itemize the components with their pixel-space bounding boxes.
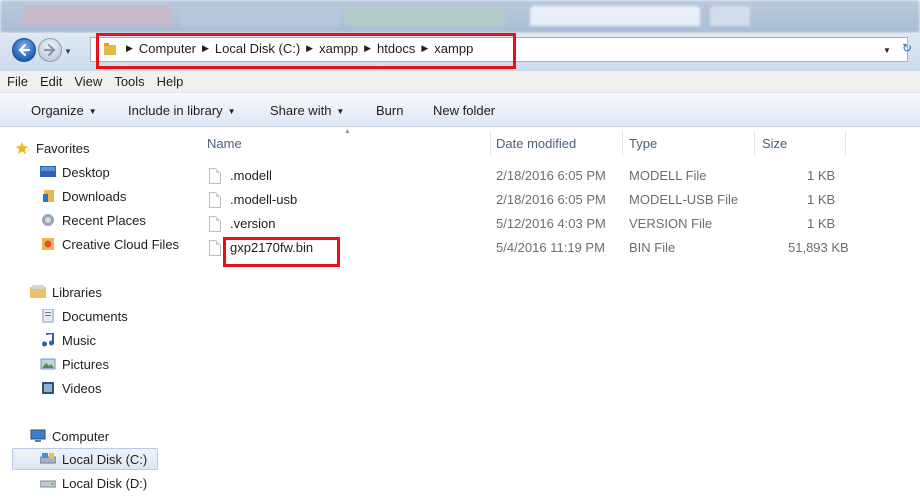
file-size: 1 KB [807, 168, 836, 183]
include-in-library-label: Include in library [128, 103, 223, 118]
file-type: MODELL-USB File [629, 192, 739, 207]
documents-icon [42, 309, 54, 323]
nav-computer-label: Computer [52, 428, 110, 444]
file-date: 2/18/2016 6:05 PM [496, 168, 606, 183]
back-button[interactable] [12, 38, 36, 62]
nav-videos[interactable]: Videos [40, 378, 102, 398]
nav-desktop-label: Desktop [62, 164, 110, 180]
nav-local-disk-d-label: Local Disk (D:) [62, 475, 148, 491]
drive-c-icon [40, 453, 56, 464]
column-header-date-modified[interactable]: Date modified [496, 136, 576, 151]
forward-button[interactable] [38, 38, 62, 62]
arrow-left-icon [18, 43, 31, 57]
file-icon [209, 216, 221, 232]
column-header-size[interactable]: Size [762, 136, 787, 151]
column-header-type[interactable]: Type [629, 136, 657, 151]
nav-pictures[interactable]: Pictures [40, 354, 109, 374]
nav-creative-cloud-files-label: Creative Cloud Files [62, 236, 180, 252]
nav-desktop[interactable]: Desktop [40, 162, 110, 182]
file-type: MODELL File [629, 168, 707, 183]
creative-cloud-icon [42, 238, 54, 250]
file-date: 5/12/2016 4:03 PM [496, 216, 606, 231]
file-icon [209, 192, 221, 208]
nav-music-label: Music [62, 332, 96, 348]
file-size: 51,893 KB [788, 240, 849, 255]
share-with-button[interactable]: Share with ▼ [270, 103, 344, 118]
pictures-icon [40, 358, 56, 370]
nav-favorites-label: Favorites [36, 140, 90, 156]
menu-edit[interactable]: Edit [34, 74, 68, 89]
nav-recent-places-label: Recent Places [62, 212, 146, 228]
filename-highlight-box [223, 237, 340, 267]
nav-favorites[interactable]: Favorites [14, 138, 89, 158]
downloads-icon [43, 190, 54, 202]
include-in-library-button[interactable]: Include in library ▼ [128, 103, 236, 118]
star-icon [15, 141, 29, 155]
address-dropdown-icon[interactable]: ▼ [883, 46, 891, 55]
file-date: 2/18/2016 6:05 PM [496, 192, 606, 207]
burn-label: Burn [376, 103, 404, 118]
videos-icon [42, 382, 54, 394]
desktop-icon [40, 166, 56, 177]
column-divider[interactable] [754, 130, 755, 156]
nav-libraries[interactable]: Libraries [30, 282, 102, 302]
menu-help[interactable]: Help [151, 74, 190, 89]
chevron-down-icon: ▼ [336, 107, 345, 116]
file-type: VERSION File [629, 216, 713, 231]
nav-recent-places[interactable]: Recent Places [40, 210, 146, 230]
drive-d-icon [40, 480, 56, 488]
file-icon [209, 168, 221, 184]
file-name: .modell [230, 168, 272, 183]
nav-videos-label: Videos [62, 380, 102, 396]
address-highlight-box [96, 33, 516, 69]
column-divider[interactable] [845, 130, 846, 156]
history-dropdown-icon[interactable]: ▼ [64, 47, 72, 56]
chevron-down-icon: ▼ [88, 107, 97, 116]
file-name: .modell-usb [230, 192, 298, 207]
nav-creative-cloud-files[interactable]: Creative Cloud Files [40, 234, 179, 254]
file-date: 5/4/2016 11:19 PM [496, 240, 605, 255]
file-size: 1 KB [807, 216, 836, 231]
new-folder-button[interactable]: New folder [433, 103, 495, 118]
recent-places-icon [42, 214, 54, 226]
burn-button[interactable]: Burn [376, 103, 403, 118]
menu-bar: File Edit View Tools Help [0, 71, 920, 93]
organize-button[interactable]: Organize ▼ [31, 103, 97, 118]
chevron-down-icon: ▼ [227, 107, 236, 116]
background-tabs-strip [0, 0, 920, 33]
menu-file[interactable]: File [0, 74, 34, 89]
nav-documents-label: Documents [62, 308, 128, 324]
sort-ascending-icon: ▲ [344, 128, 351, 135]
nav-pictures-label: Pictures [62, 356, 109, 372]
nav-music[interactable]: Music [40, 330, 96, 350]
file-icon [209, 240, 221, 256]
new-folder-label: New folder [433, 103, 496, 118]
menu-tools[interactable]: Tools [108, 74, 150, 89]
nav-downloads-label: Downloads [62, 188, 127, 204]
file-size: 1 KB [807, 192, 836, 207]
computer-icon [30, 429, 46, 442]
arrow-right-icon [43, 43, 56, 57]
organize-label: Organize [31, 103, 84, 118]
nav-local-disk-d[interactable]: Local Disk (D:) [40, 473, 147, 493]
libraries-icon [30, 285, 46, 298]
column-divider[interactable] [490, 130, 491, 156]
music-icon [42, 333, 54, 347]
column-header-name[interactable]: Name [207, 136, 242, 151]
nav-downloads[interactable]: Downloads [40, 186, 126, 206]
menu-view[interactable]: View [68, 74, 108, 89]
share-with-label: Share with [270, 103, 332, 118]
file-type: BIN File [629, 240, 676, 255]
file-name: .version [230, 216, 276, 231]
nav-local-disk-c-label: Local Disk (C:) [62, 451, 148, 467]
nav-local-disk-c[interactable]: Local Disk (C:) [40, 449, 147, 469]
refresh-icon[interactable]: ↻ [902, 41, 912, 55]
nav-documents[interactable]: Documents [40, 306, 128, 326]
nav-libraries-label: Libraries [52, 284, 102, 300]
column-divider[interactable] [622, 130, 623, 156]
nav-computer[interactable]: Computer [30, 426, 109, 446]
